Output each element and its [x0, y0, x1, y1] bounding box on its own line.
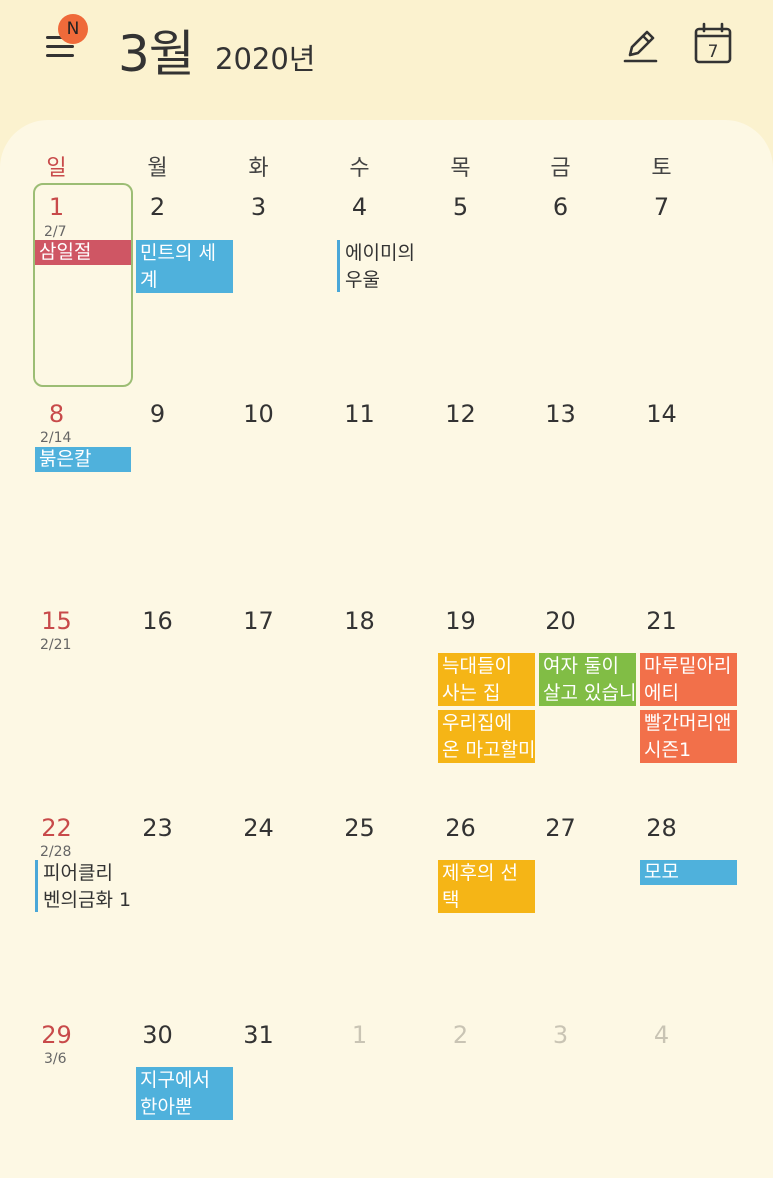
day-cell-mar-25[interactable]: 25 — [309, 814, 410, 842]
event-title-line: 우리집에 — [442, 712, 512, 734]
event-title-line: 제후의 선 — [442, 862, 518, 884]
weekday-tue: 화 — [248, 156, 269, 181]
event-title: 삼일절 — [39, 241, 92, 263]
today-button[interactable]: 7 — [692, 22, 734, 66]
pencil-icon — [623, 30, 658, 63]
day-cell-mar-3[interactable]: 3 — [208, 193, 309, 221]
lunar-date: 2/7 — [44, 224, 67, 240]
event-title-line: 시즌1 — [644, 739, 692, 761]
svg-text:7: 7 — [708, 42, 719, 62]
day-cell-mar-31[interactable]: 31 — [208, 1021, 309, 1049]
day-cell-mar-19[interactable]: 19 — [410, 607, 511, 635]
event-title-line: 우울 — [345, 269, 380, 291]
weekday-sun: 일 — [46, 156, 67, 181]
event-title-line: 여자 둘이 — [543, 655, 619, 677]
day-cell-mar-9[interactable]: 9 — [107, 400, 208, 428]
event-momo[interactable]: 모모 — [640, 860, 737, 885]
day-cell-mar-14[interactable]: 14 — [611, 400, 712, 428]
day-cell-mar-20[interactable]: 20 — [510, 607, 611, 635]
event-title-line: 에이미의 — [345, 242, 415, 264]
event-title-line: 에티 — [644, 682, 679, 704]
event-mint-world[interactable]: 민트의 세 계 — [136, 240, 233, 293]
event-title-line: 사는 집 — [442, 682, 501, 704]
event-samiljeol[interactable]: 삼일절 — [35, 240, 131, 265]
day-cell-mar-22[interactable]: 22 — [6, 814, 107, 842]
event-wolves-house[interactable]: 늑대들이 사는 집 — [438, 653, 535, 706]
lunar-date: 2/21 — [40, 637, 72, 653]
calendar-today-icon: 7 — [694, 22, 732, 64]
event-arrietty[interactable]: 마루밑아리 에티 — [640, 653, 737, 706]
event-title-line: 벤의금화 1 — [43, 889, 132, 911]
day-cell-mar-7[interactable]: 7 — [611, 193, 712, 221]
event-pierre-gold-coin[interactable]: 피어클리 벤의금화 1 — [35, 860, 133, 912]
day-cell-mar-30[interactable]: 30 — [107, 1021, 208, 1049]
day-cell-apr-2[interactable]: 2 — [410, 1021, 511, 1049]
weekday-mon: 월 — [147, 156, 168, 181]
day-cell-mar-18[interactable]: 18 — [309, 607, 410, 635]
day-cell-mar-16[interactable]: 16 — [107, 607, 208, 635]
day-cell-mar-26[interactable]: 26 — [410, 814, 511, 842]
day-cell-mar-8[interactable]: 8 — [6, 400, 107, 428]
day-cell-mar-13[interactable]: 13 — [510, 400, 611, 428]
event-title-line: 계 — [140, 269, 158, 291]
event-red-knife[interactable]: 붉은칼 — [35, 447, 131, 472]
day-cell-apr-4[interactable]: 4 — [611, 1021, 712, 1049]
lunar-date: 3/6 — [44, 1051, 67, 1067]
lunar-date: 2/28 — [40, 844, 72, 860]
event-jehu-choice[interactable]: 제후의 선 택 — [438, 860, 535, 913]
weekday-fri: 금 — [550, 156, 571, 181]
day-cell-mar-21[interactable]: 21 — [611, 607, 712, 635]
event-anne-season1[interactable]: 빨간머리앤 시즌1 — [640, 710, 737, 763]
day-cell-mar-29[interactable]: 29 — [6, 1021, 107, 1049]
event-title: 붉은칼 — [39, 448, 92, 470]
event-title-line: 살고 있습니 — [543, 682, 636, 704]
event-title-line: 온 마고할미 — [442, 739, 535, 761]
day-cell-mar-28[interactable]: 28 — [611, 814, 712, 842]
day-cell-mar-10[interactable]: 10 — [208, 400, 309, 428]
day-cell-mar-12[interactable]: 12 — [410, 400, 511, 428]
event-title-line: 한아뿐 — [140, 1096, 193, 1118]
top-bar: N 3월 2020년 7 — [0, 0, 773, 120]
day-cell-apr-1[interactable]: 1 — [309, 1021, 410, 1049]
day-cell-mar-5[interactable]: 5 — [410, 193, 511, 221]
day-cell-apr-3[interactable]: 3 — [510, 1021, 611, 1049]
day-cell-mar-15[interactable]: 15 — [6, 607, 107, 635]
event-title-line: 민트의 세 — [140, 242, 216, 264]
event-title-line: 택 — [442, 889, 460, 911]
notification-badge: N — [58, 14, 88, 44]
weekday-sat: 토 — [651, 156, 672, 181]
day-cell-mar-17[interactable]: 17 — [208, 607, 309, 635]
event-title: 모모 — [644, 861, 679, 883]
lunar-date: 2/14 — [40, 430, 72, 446]
day-cell-mar-4[interactable]: 4 — [309, 193, 410, 221]
event-title-line: 피어클리 — [43, 862, 113, 884]
day-cell-mar-11[interactable]: 11 — [309, 400, 410, 428]
weekday-wed: 수 — [349, 156, 370, 181]
event-only-one-on-earth[interactable]: 지구에서 한아뿐 — [136, 1067, 233, 1120]
day-cell-mar-23[interactable]: 23 — [107, 814, 208, 842]
event-amy-depression[interactable]: 에이미의 우울 — [337, 240, 433, 292]
day-cell-mar-6[interactable]: 6 — [510, 193, 611, 221]
month-title[interactable]: 3월 — [118, 14, 195, 86]
event-title-line: 빨간머리앤 — [644, 712, 732, 734]
event-title-line: 늑대들이 — [442, 655, 512, 677]
weekday-thu: 목 — [450, 156, 471, 181]
year-label[interactable]: 2020년 — [215, 36, 315, 78]
day-cell-mar-27[interactable]: 27 — [510, 814, 611, 842]
day-cell-mar-1[interactable]: 1 — [6, 193, 107, 221]
day-cell-mar-2[interactable]: 2 — [107, 193, 208, 221]
event-title-line: 지구에서 — [140, 1069, 210, 1091]
event-mago-grandma[interactable]: 우리집에 온 마고할미 — [438, 710, 535, 763]
edit-button[interactable] — [620, 24, 660, 66]
event-two-women[interactable]: 여자 둘이 살고 있습니 — [539, 653, 636, 706]
day-cell-mar-24[interactable]: 24 — [208, 814, 309, 842]
event-title-line: 마루밑아리 — [644, 655, 732, 677]
